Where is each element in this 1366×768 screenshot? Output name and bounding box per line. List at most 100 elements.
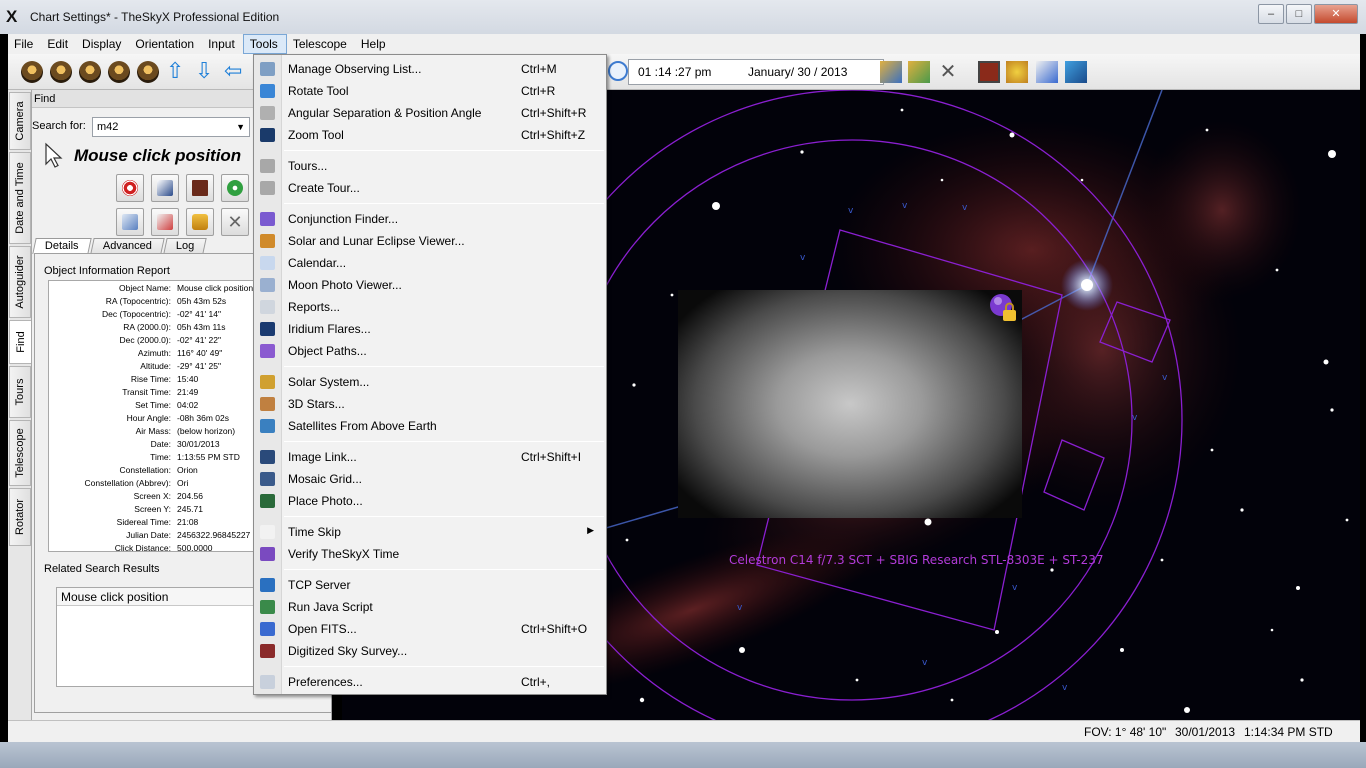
add-list-button[interactable]: [116, 208, 144, 236]
close-button[interactable]: ✕: [1314, 4, 1358, 24]
report-key: Transit Time:: [122, 387, 171, 397]
owl-icon[interactable]: [79, 61, 101, 83]
window-bottom-edge: [0, 742, 1366, 768]
tab-rotator[interactable]: Rotator: [9, 488, 31, 546]
image-search-icon[interactable]: [1036, 61, 1058, 83]
center-button[interactable]: [151, 174, 179, 202]
tab-date-and-time[interactable]: Date and Time: [9, 152, 31, 244]
menu-item-shortcut: Ctrl+,: [521, 675, 551, 689]
report-value: 21:49: [177, 387, 199, 397]
menu-item-shortcut: Ctrl+Shift+O: [521, 622, 588, 636]
report-row: Object Name: Mouse click position: [49, 282, 261, 295]
svg-text:v: v: [962, 203, 968, 213]
menu-item-image-link[interactable]: Image Link... Ctrl+Shift+I: [254, 446, 606, 468]
abort-icon[interactable]: ✕: [937, 61, 959, 83]
clock-icon[interactable]: [608, 61, 628, 81]
menu-item-solar-system[interactable]: Solar System...: [254, 371, 606, 393]
window-title: Chart Settings* - TheSkyX Professional E…: [30, 10, 280, 24]
related-results-list[interactable]: Mouse click position: [56, 587, 270, 687]
menu-item-place-photo[interactable]: Place Photo...: [254, 490, 606, 512]
menu-item-dss[interactable]: Digitized Sky Survey...: [254, 640, 606, 662]
menu-item-paths[interactable]: Object Paths...: [254, 340, 606, 362]
menu-item-zoom[interactable]: Zoom Tool Ctrl+Shift+Z: [254, 124, 606, 146]
tab-find[interactable]: Find: [9, 320, 31, 364]
menu-item-tcp[interactable]: TCP Server: [254, 574, 606, 596]
slew-button[interactable]: [221, 174, 249, 202]
report-key: Object Name:: [119, 283, 171, 293]
app-logo-icon: X: [6, 7, 18, 26]
photo-icon[interactable]: [1065, 61, 1087, 83]
owl-icon[interactable]: [21, 61, 43, 83]
telescope-icon[interactable]: [880, 61, 902, 83]
tab-tours[interactable]: Tours: [9, 366, 31, 418]
menu-display[interactable]: Display: [76, 34, 129, 54]
menu-item-calendar[interactable]: Calendar...: [254, 252, 606, 274]
status-fov: FOV: 1° 48' 10": [1084, 725, 1167, 739]
report-value: 05h 43m 52s: [177, 296, 227, 306]
menu-item-time-skip[interactable]: Time Skip ▶: [254, 521, 606, 543]
arrow-left-icon[interactable]: ⇦: [224, 60, 242, 82]
owl-icon[interactable]: [50, 61, 72, 83]
menu-item-preferences[interactable]: Preferences... Ctrl+,: [254, 671, 606, 693]
arrow-down-icon[interactable]: ⇩: [195, 60, 213, 82]
menu-item-conjunction[interactable]: Conjunction Finder...: [254, 208, 606, 230]
owl-icon[interactable]: [108, 61, 130, 83]
menu-edit[interactable]: Edit: [41, 34, 76, 54]
tab-autoguider[interactable]: Autoguider: [9, 246, 31, 318]
date-time-display[interactable]: 01 :14 :27 pm January/ 30 / 2013: [628, 59, 884, 85]
menu-item-tours[interactable]: Tours...: [254, 155, 606, 177]
telescope-slew-icon[interactable]: [908, 61, 930, 83]
menu-item-javascript[interactable]: Run Java Script: [254, 596, 606, 618]
menu-item-shortcut: Ctrl+Shift+Z: [521, 128, 586, 142]
film-button[interactable]: [186, 174, 214, 202]
menu-item-list[interactable]: Manage Observing List... Ctrl+M: [254, 58, 606, 80]
lock-button[interactable]: [186, 208, 214, 236]
tours-icon: [260, 159, 275, 173]
menu-item-rotate[interactable]: Rotate Tool Ctrl+R: [254, 80, 606, 102]
menu-item-stars-3d[interactable]: 3D Stars...: [254, 393, 606, 415]
tab-telescope[interactable]: Telescope: [9, 420, 31, 486]
report-row: Dec (Topocentric): -02° 41' 14": [49, 308, 261, 321]
target-button[interactable]: [116, 174, 144, 202]
menu-help[interactable]: Help: [355, 34, 394, 54]
star-icon[interactable]: [1006, 61, 1028, 83]
fov-instrument-label: Celestron C14 f/7.3 SCT + SBIG Research …: [729, 553, 1104, 567]
tab-details[interactable]: Details: [32, 238, 92, 254]
owl-icon[interactable]: [137, 61, 159, 83]
arrow-up-icon[interactable]: ⇧: [166, 60, 184, 82]
tab-log[interactable]: Log: [162, 238, 207, 254]
menu-orientation[interactable]: Orientation: [129, 34, 202, 54]
menu-file[interactable]: File: [8, 34, 41, 54]
menu-item-verify-time[interactable]: Verify TheSkyX Time: [254, 543, 606, 565]
tab-camera[interactable]: Camera: [9, 92, 31, 150]
menu-item-label: Digitized Sky Survey...: [288, 644, 408, 658]
menu-item-create-tour[interactable]: Create Tour...: [254, 177, 606, 199]
clear-button[interactable]: ✕: [221, 208, 249, 236]
maximize-button[interactable]: □: [1286, 4, 1312, 24]
menu-tools[interactable]: Tools: [242, 34, 287, 54]
camera-frame-icon[interactable]: [978, 61, 1000, 83]
photo-lock-icon[interactable]: [988, 293, 1018, 323]
minimize-button[interactable]: –: [1258, 4, 1284, 24]
related-results-header[interactable]: Mouse click position: [57, 588, 269, 606]
tcp-icon: [260, 578, 275, 592]
menu-item-mosaic[interactable]: Mosaic Grid...: [254, 468, 606, 490]
tab-advanced[interactable]: Advanced: [89, 238, 165, 254]
report-row: Transit Time: 21:49: [49, 386, 261, 399]
menu-item-reports[interactable]: Reports...: [254, 296, 606, 318]
menu-item-ruler[interactable]: Angular Separation & Position Angle Ctrl+…: [254, 102, 606, 124]
report-button[interactable]: [151, 208, 179, 236]
report-row: Altitude: -29° 41' 25": [49, 360, 261, 373]
menu-item-moon[interactable]: Moon Photo Viewer...: [254, 274, 606, 296]
menu-telescope[interactable]: Telescope: [287, 34, 355, 54]
menu-input[interactable]: Input: [202, 34, 243, 54]
chevron-down-icon[interactable]: ▼: [236, 118, 245, 136]
calendar-icon: [260, 256, 275, 270]
mosaic-icon: [260, 472, 275, 486]
menu-item-fits[interactable]: Open FITS... Ctrl+Shift+O: [254, 618, 606, 640]
menu-item-iridium[interactable]: Iridium Flares...: [254, 318, 606, 340]
search-input[interactable]: m42 ▼: [92, 117, 250, 137]
placed-photo[interactable]: [678, 290, 1022, 518]
menu-item-eclipse[interactable]: Solar and Lunar Eclipse Viewer...: [254, 230, 606, 252]
menu-item-satellite[interactable]: Satellites From Above Earth: [254, 415, 606, 437]
